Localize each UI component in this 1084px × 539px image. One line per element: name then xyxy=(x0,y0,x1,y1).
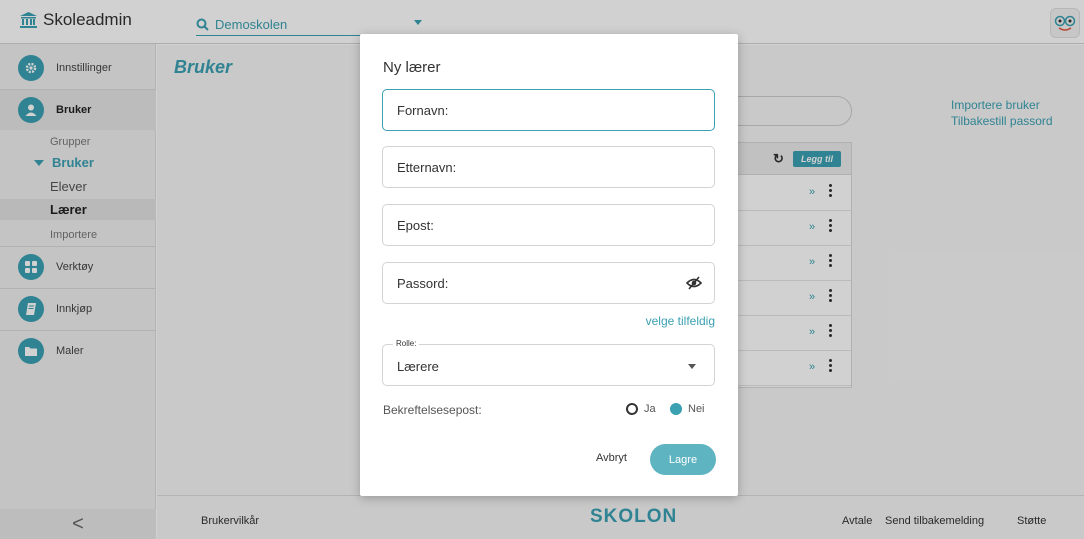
save-button[interactable]: Lagre xyxy=(650,444,716,475)
role-select[interactable]: Rolle: Lærere xyxy=(382,339,715,386)
confirm-yes-label: Ja xyxy=(644,403,656,415)
confirmation-email-label: Bekreftelsesepost: xyxy=(383,403,482,417)
email-field[interactable]: Epost: xyxy=(382,204,715,246)
generate-random-password-link[interactable]: velge tilfeldig xyxy=(646,314,715,328)
radio-unchecked-icon xyxy=(626,403,638,415)
confirm-no-radio[interactable]: Nei xyxy=(670,403,705,415)
eye-slash-icon[interactable] xyxy=(686,276,702,290)
chevron-down-icon xyxy=(688,364,696,369)
first-name-label: Fornavn: xyxy=(397,102,449,118)
radio-checked-icon xyxy=(670,403,682,415)
last-name-field[interactable]: Etternavn: xyxy=(382,146,715,188)
password-label: Passord: xyxy=(397,275,449,291)
role-label: Rolle: xyxy=(393,339,420,348)
confirm-no-label: Nei xyxy=(688,403,705,415)
first-name-field[interactable]: Fornavn: xyxy=(382,89,715,131)
confirm-yes-radio[interactable]: Ja xyxy=(626,403,656,415)
dialog-title: Ny lærer xyxy=(383,59,441,76)
password-field[interactable]: Passord: xyxy=(382,262,715,304)
email-label: Epost: xyxy=(397,217,434,233)
new-teacher-dialog: Ny lærer Fornavn: Etternavn: Epost: Pass… xyxy=(360,34,738,496)
last-name-label: Etternavn: xyxy=(397,159,457,175)
role-value: Lærere xyxy=(397,359,439,374)
cancel-button[interactable]: Avbryt xyxy=(596,452,627,464)
